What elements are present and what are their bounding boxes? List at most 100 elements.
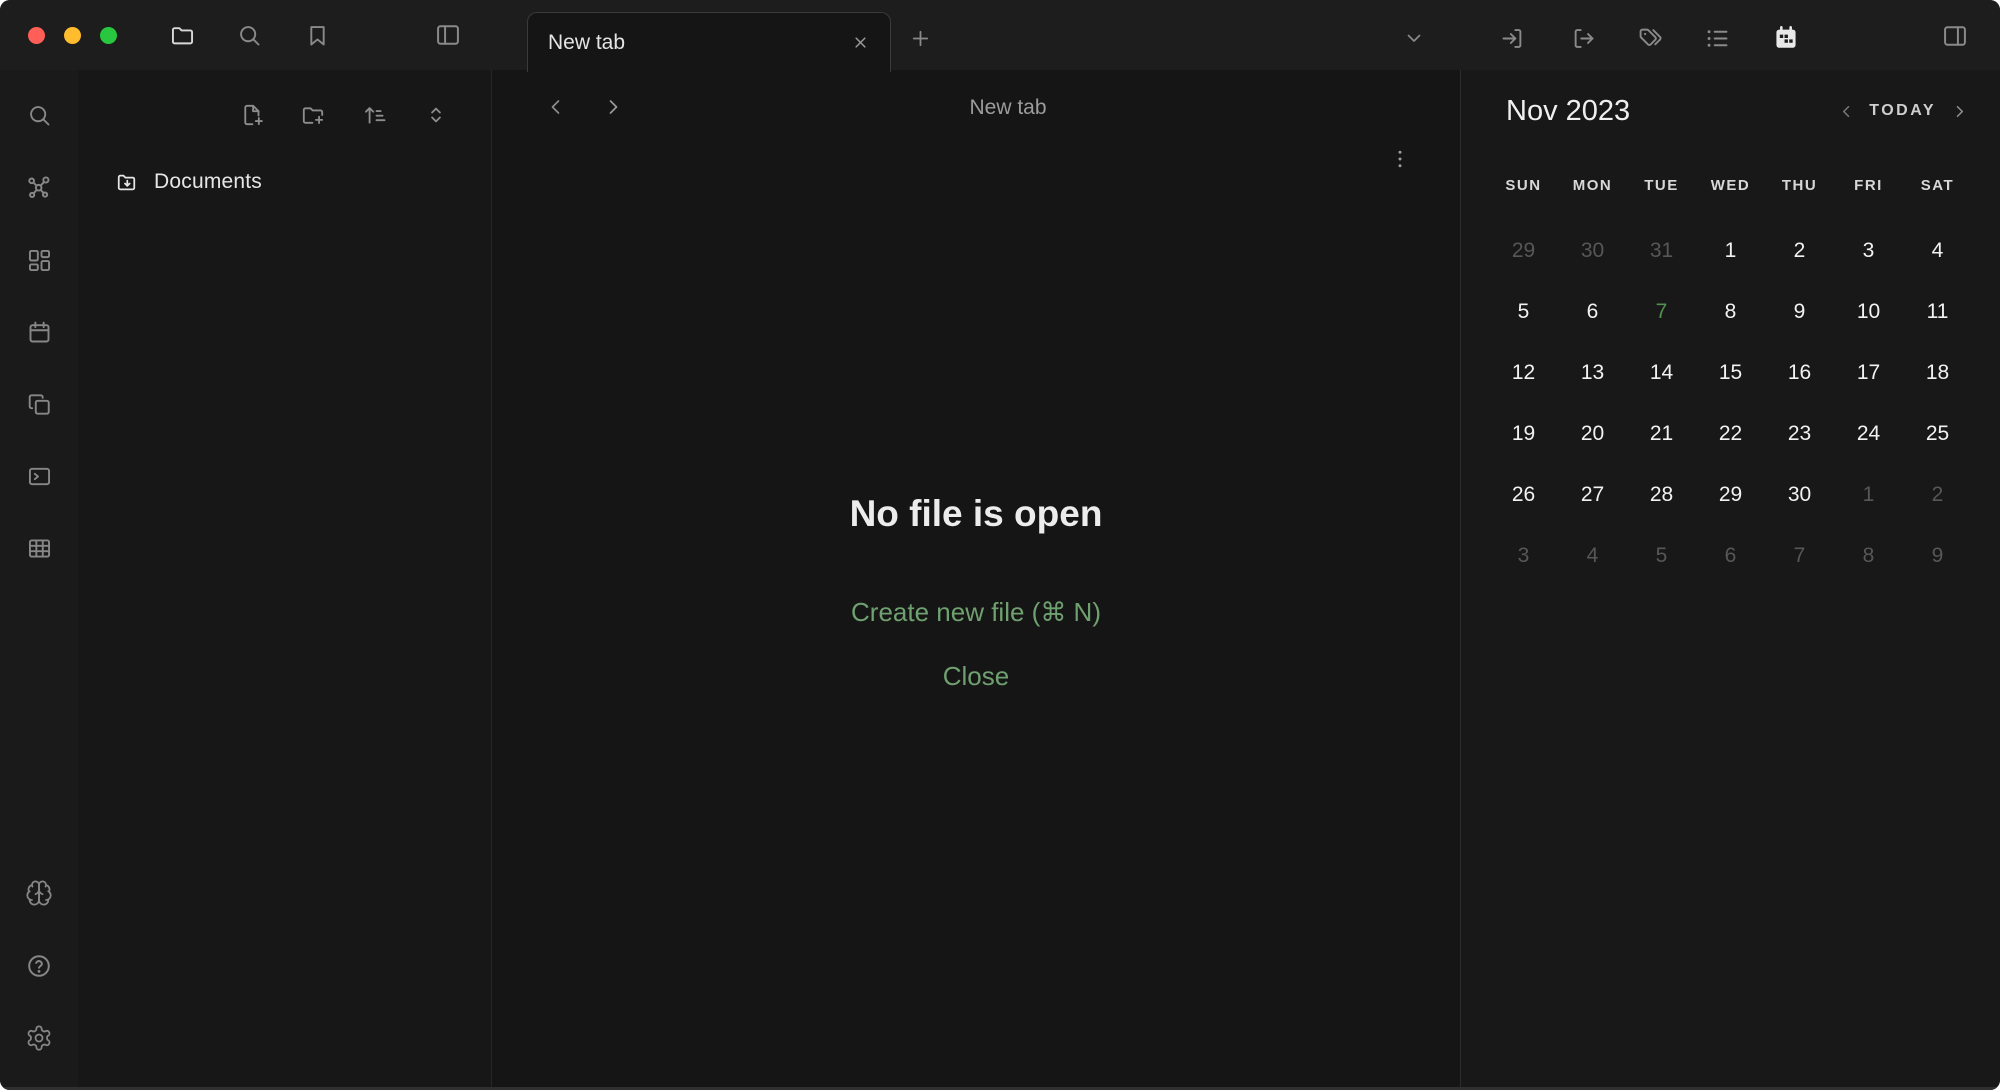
new-note-icon[interactable]	[235, 98, 269, 132]
calendar-day[interactable]: 31	[1627, 220, 1696, 281]
calendar-weekday: WED	[1696, 170, 1765, 200]
calendar-day[interactable]: 3	[1489, 525, 1558, 586]
today-button[interactable]: TODAY	[1869, 102, 1936, 120]
calendar-day[interactable]: 14	[1627, 342, 1696, 403]
bookmark-icon[interactable]	[300, 18, 334, 52]
calendar-nav: TODAY	[1835, 100, 1970, 122]
calendar-day[interactable]: 19	[1489, 403, 1558, 464]
calendar-day[interactable]: 2	[1765, 220, 1834, 281]
left-ribbon	[0, 70, 79, 1090]
brain-icon[interactable]	[22, 876, 56, 910]
app-window: New tab	[0, 0, 2000, 1090]
calendar-day[interactable]: 23	[1765, 403, 1834, 464]
calendar-day[interactable]: 1	[1834, 464, 1903, 525]
calendar-day[interactable]: 29	[1489, 220, 1558, 281]
calendar-day[interactable]: 5	[1627, 525, 1696, 586]
search-icon[interactable]	[232, 18, 266, 52]
tab-new-tab[interactable]: New tab	[527, 12, 891, 72]
folder-icon[interactable]	[165, 18, 199, 52]
calendar-day[interactable]: 4	[1558, 525, 1627, 586]
folder-label: Documents	[154, 170, 262, 194]
terminal-icon[interactable]	[22, 459, 56, 493]
copy-icon[interactable]	[22, 387, 56, 421]
help-icon[interactable]	[22, 949, 56, 983]
folder-down-icon	[115, 170, 140, 195]
collapse-all-icon[interactable]	[419, 98, 453, 132]
main-pane: New tab No file is open Create new file …	[492, 70, 1460, 1090]
calendar-day[interactable]: 8	[1696, 281, 1765, 342]
calendar-day[interactable]: 9	[1765, 281, 1834, 342]
canvas-icon[interactable]	[22, 243, 56, 277]
calendar-weekday: SUN	[1489, 170, 1558, 200]
create-new-file-link[interactable]: Create new file (⌘ N)	[492, 597, 1460, 628]
calendar-weekday: THU	[1765, 170, 1834, 200]
previous-month-icon[interactable]	[1835, 100, 1857, 122]
minimize-window-button[interactable]	[64, 27, 81, 44]
calendar-icon[interactable]	[1769, 21, 1803, 55]
calendar-day[interactable]: 2	[1903, 464, 1972, 525]
close-window-button[interactable]	[28, 27, 45, 44]
calendar-weekday: TUE	[1627, 170, 1696, 200]
empty-state-title: No file is open	[492, 493, 1460, 535]
calendar-day[interactable]: 18	[1903, 342, 1972, 403]
calendar-day[interactable]: 11	[1903, 281, 1972, 342]
calendar-day[interactable]: 28	[1627, 464, 1696, 525]
daily-note-icon[interactable]	[22, 315, 56, 349]
calendar-day[interactable]: 22	[1696, 403, 1765, 464]
file-explorer: Documents	[78, 70, 492, 1090]
calendar-day[interactable]: 7	[1627, 281, 1696, 342]
zoom-window-button[interactable]	[100, 27, 117, 44]
calendar-day[interactable]: 5	[1489, 281, 1558, 342]
sort-icon[interactable]	[358, 98, 392, 132]
tags-icon[interactable]	[1633, 21, 1667, 55]
calendar-day[interactable]: 10	[1834, 281, 1903, 342]
calendar-day[interactable]: 3	[1834, 220, 1903, 281]
layout-left-icon[interactable]	[431, 18, 465, 52]
folder-item-documents[interactable]: Documents	[115, 162, 262, 202]
calendar-day[interactable]: 6	[1558, 281, 1627, 342]
settings-icon[interactable]	[22, 1021, 56, 1055]
next-month-icon[interactable]	[1948, 100, 1970, 122]
calendar-day[interactable]: 7	[1765, 525, 1834, 586]
calendar-weekday: MON	[1558, 170, 1627, 200]
chevron-down-icon[interactable]	[1397, 21, 1431, 55]
graph-icon[interactable]	[22, 170, 56, 204]
calendar-day[interactable]: 15	[1696, 342, 1765, 403]
search-icon[interactable]	[22, 98, 56, 132]
view-header-title: New tab	[556, 96, 1460, 120]
calendar-weekdays: SUNMONTUEWEDTHUFRISAT	[1489, 170, 1972, 200]
calendar-day[interactable]: 30	[1558, 220, 1627, 281]
list-icon[interactable]	[1700, 21, 1734, 55]
calendar-month-title: Nov 2023	[1506, 95, 1630, 128]
calendar-day[interactable]: 13	[1558, 342, 1627, 403]
calendar-weekday: FRI	[1834, 170, 1903, 200]
calendar-day[interactable]: 12	[1489, 342, 1558, 403]
new-tab-plus-icon[interactable]	[903, 21, 937, 55]
calendar-day[interactable]: 30	[1765, 464, 1834, 525]
calendar-day[interactable]: 4	[1903, 220, 1972, 281]
calendar-day[interactable]: 25	[1903, 403, 1972, 464]
calendar-day[interactable]: 16	[1765, 342, 1834, 403]
calendar-day[interactable]: 6	[1696, 525, 1765, 586]
calendar-day[interactable]: 21	[1627, 403, 1696, 464]
more-options-icon[interactable]	[1383, 142, 1417, 176]
table-icon[interactable]	[22, 531, 56, 565]
sign-out-icon[interactable]	[1566, 21, 1600, 55]
new-folder-icon[interactable]	[296, 98, 330, 132]
calendar-day[interactable]: 1	[1696, 220, 1765, 281]
close-link[interactable]: Close	[492, 661, 1460, 692]
titlebar: New tab	[0, 0, 2000, 71]
calendar-day[interactable]: 24	[1834, 403, 1903, 464]
calendar-day[interactable]: 27	[1558, 464, 1627, 525]
calendar-day[interactable]: 26	[1489, 464, 1558, 525]
calendar-grid: 2930311234567891011121314151617181920212…	[1489, 220, 1972, 586]
layout-right-icon[interactable]	[1938, 19, 1972, 53]
calendar-day[interactable]: 20	[1558, 403, 1627, 464]
calendar-day[interactable]: 8	[1834, 525, 1903, 586]
calendar-day[interactable]: 17	[1834, 342, 1903, 403]
tab-close-icon[interactable]	[846, 29, 874, 57]
calendar-day[interactable]: 29	[1696, 464, 1765, 525]
calendar-weekday: SAT	[1903, 170, 1972, 200]
sign-in-icon[interactable]	[1495, 21, 1529, 55]
calendar-day[interactable]: 9	[1903, 525, 1972, 586]
